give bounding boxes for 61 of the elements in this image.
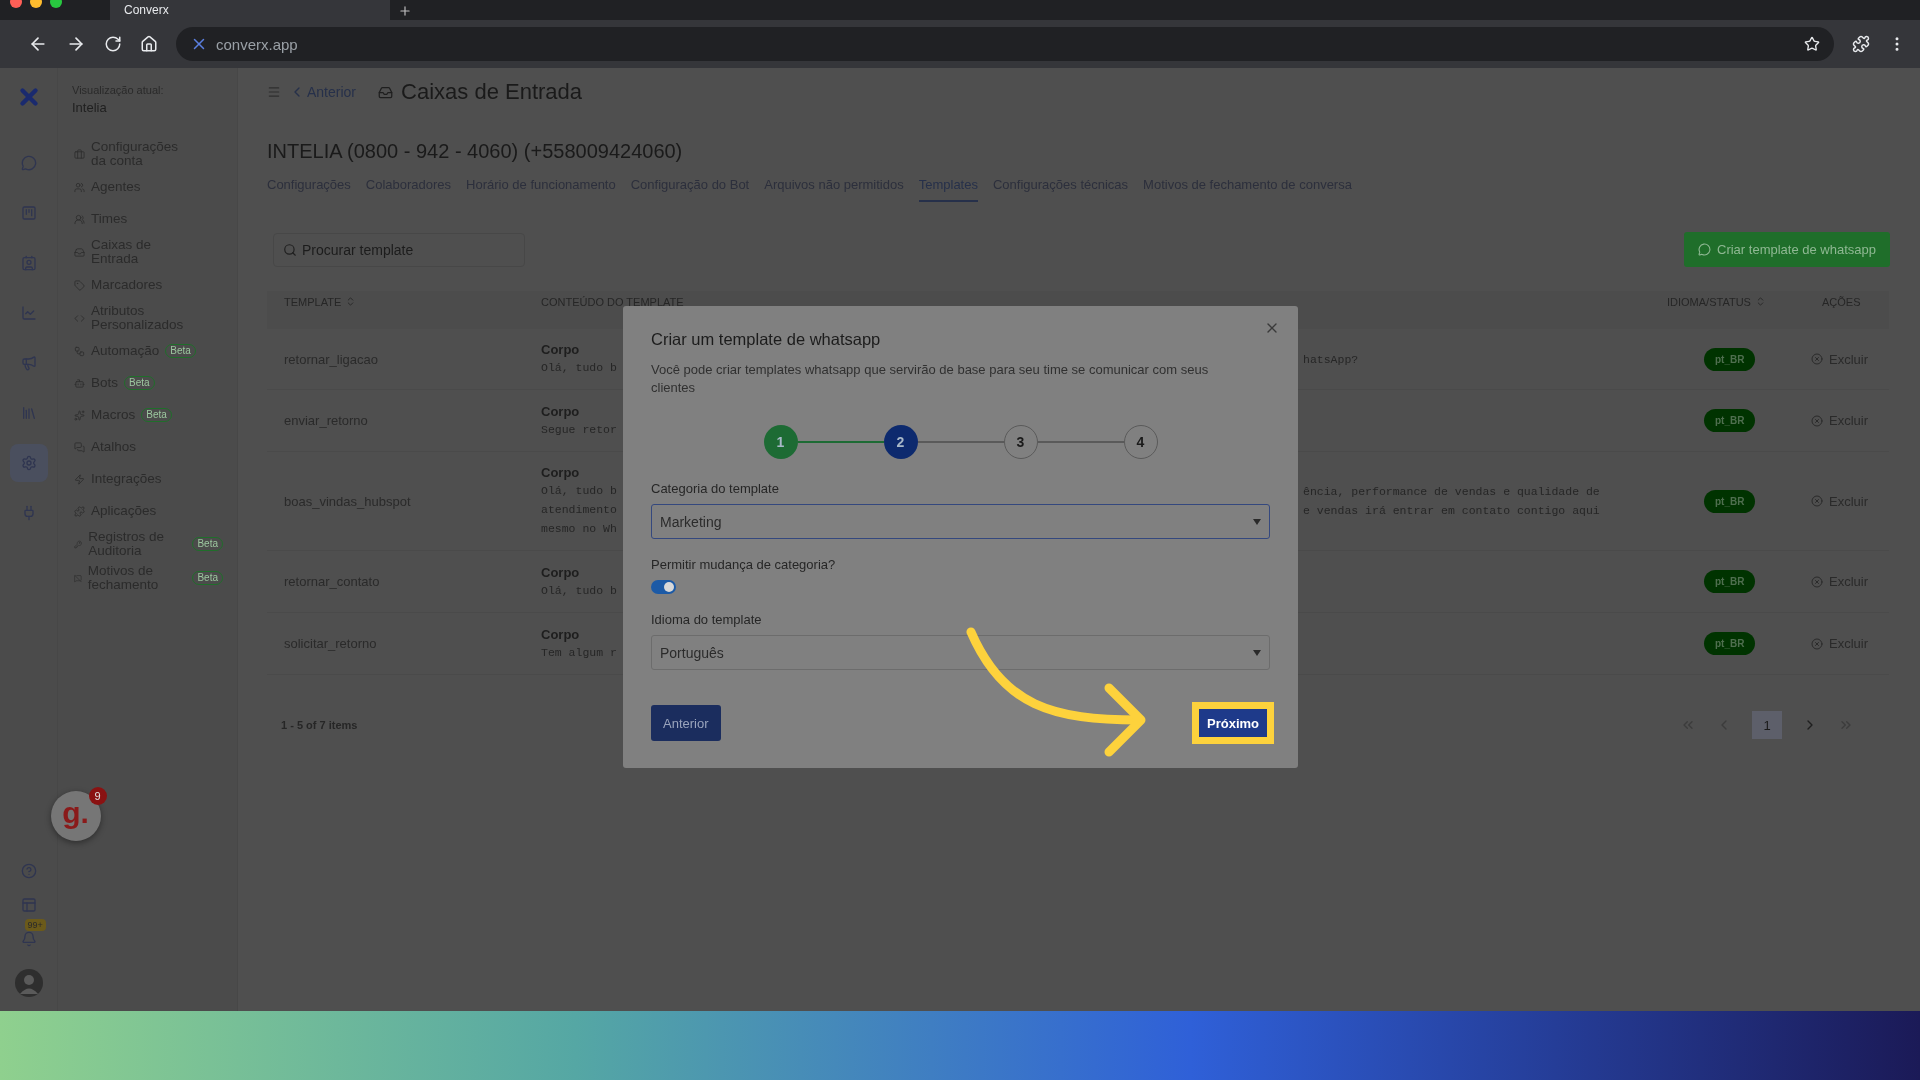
users-icon (74, 181, 85, 193)
field-label: Categoria do template (651, 481, 780, 496)
chat-icon (20, 155, 37, 171)
sparkles-icon (74, 409, 85, 421)
workflow-icon (74, 345, 85, 357)
messages-icon (74, 441, 85, 453)
search-icon (283, 242, 297, 257)
modal-description: Você pode criar templates whatsapp que servirão de base para seu time se comunicar com seus clientes (651, 361, 1210, 397)
widget-logo: g. (62, 798, 89, 828)
caret-icon (1253, 649, 1261, 656)
step-circle: 1 (763, 425, 798, 459)
help-icon[interactable] (20, 863, 37, 879)
language-badge: pt_BR (1704, 489, 1756, 513)
panel-icon[interactable] (20, 897, 37, 913)
language-badge: pt_BR (1704, 347, 1756, 371)
next-button[interactable]: Próximo (1199, 709, 1267, 737)
chart-icon (20, 305, 37, 321)
home-icon[interactable] (140, 35, 158, 53)
category-select[interactable]: Marketing (651, 504, 1270, 539)
field-label: Idioma do template (651, 612, 763, 627)
circle-x-icon (1811, 414, 1823, 427)
language-badge: pt_BR (1704, 409, 1756, 432)
inbox-icon (378, 84, 394, 100)
library-icon (20, 405, 37, 421)
caret-icon (1253, 518, 1261, 525)
group-icon (74, 213, 85, 225)
step-circle: 2 (883, 425, 918, 459)
briefcase-icon (74, 148, 85, 160)
language-select[interactable]: Português (651, 635, 1270, 670)
settings-icon (20, 455, 37, 471)
reload-icon[interactable] (104, 35, 122, 53)
address-bar[interactable]: converx.app (176, 27, 1834, 61)
modal-title: Criar um template de whatsapp (651, 330, 882, 349)
field-label: Permitir mudança de categoria? (651, 557, 837, 572)
kanban-icon (20, 205, 37, 221)
circle-x-icon (1811, 353, 1823, 365)
rail-nav-button[interactable] (9, 444, 48, 482)
bell-icon[interactable] (20, 931, 37, 947)
extensions-icon[interactable] (1852, 35, 1870, 53)
page-button[interactable]: 1 (1752, 711, 1782, 739)
chat-bubble-icon (1698, 243, 1711, 256)
notification-count: 99+ (24, 919, 46, 931)
tag-icon (74, 279, 85, 291)
contact-icon (20, 255, 37, 271)
circle-x-icon (1811, 637, 1823, 650)
new-tab-icon[interactable] (398, 4, 412, 18)
avatar-icon[interactable] (14, 969, 43, 997)
megaphone-icon (20, 355, 37, 371)
browser-tab[interactable]: Converx (110, 0, 390, 20)
circle-x-icon (1811, 495, 1823, 507)
bolt-icon (74, 473, 85, 485)
circle-x-icon (1811, 575, 1823, 588)
toggle-switch[interactable] (651, 580, 676, 594)
bookmark-star-icon[interactable] (1804, 36, 1820, 52)
step-circle: 3 (1003, 425, 1038, 459)
inbox-icon (74, 246, 85, 258)
language-badge: pt_BR (1704, 570, 1756, 593)
create-template-button[interactable]: Criar template de whatsapp (1684, 232, 1890, 267)
bot-icon (74, 377, 85, 389)
language-badge: pt_BR (1704, 632, 1756, 655)
previous-button[interactable]: Anterior (651, 705, 721, 741)
